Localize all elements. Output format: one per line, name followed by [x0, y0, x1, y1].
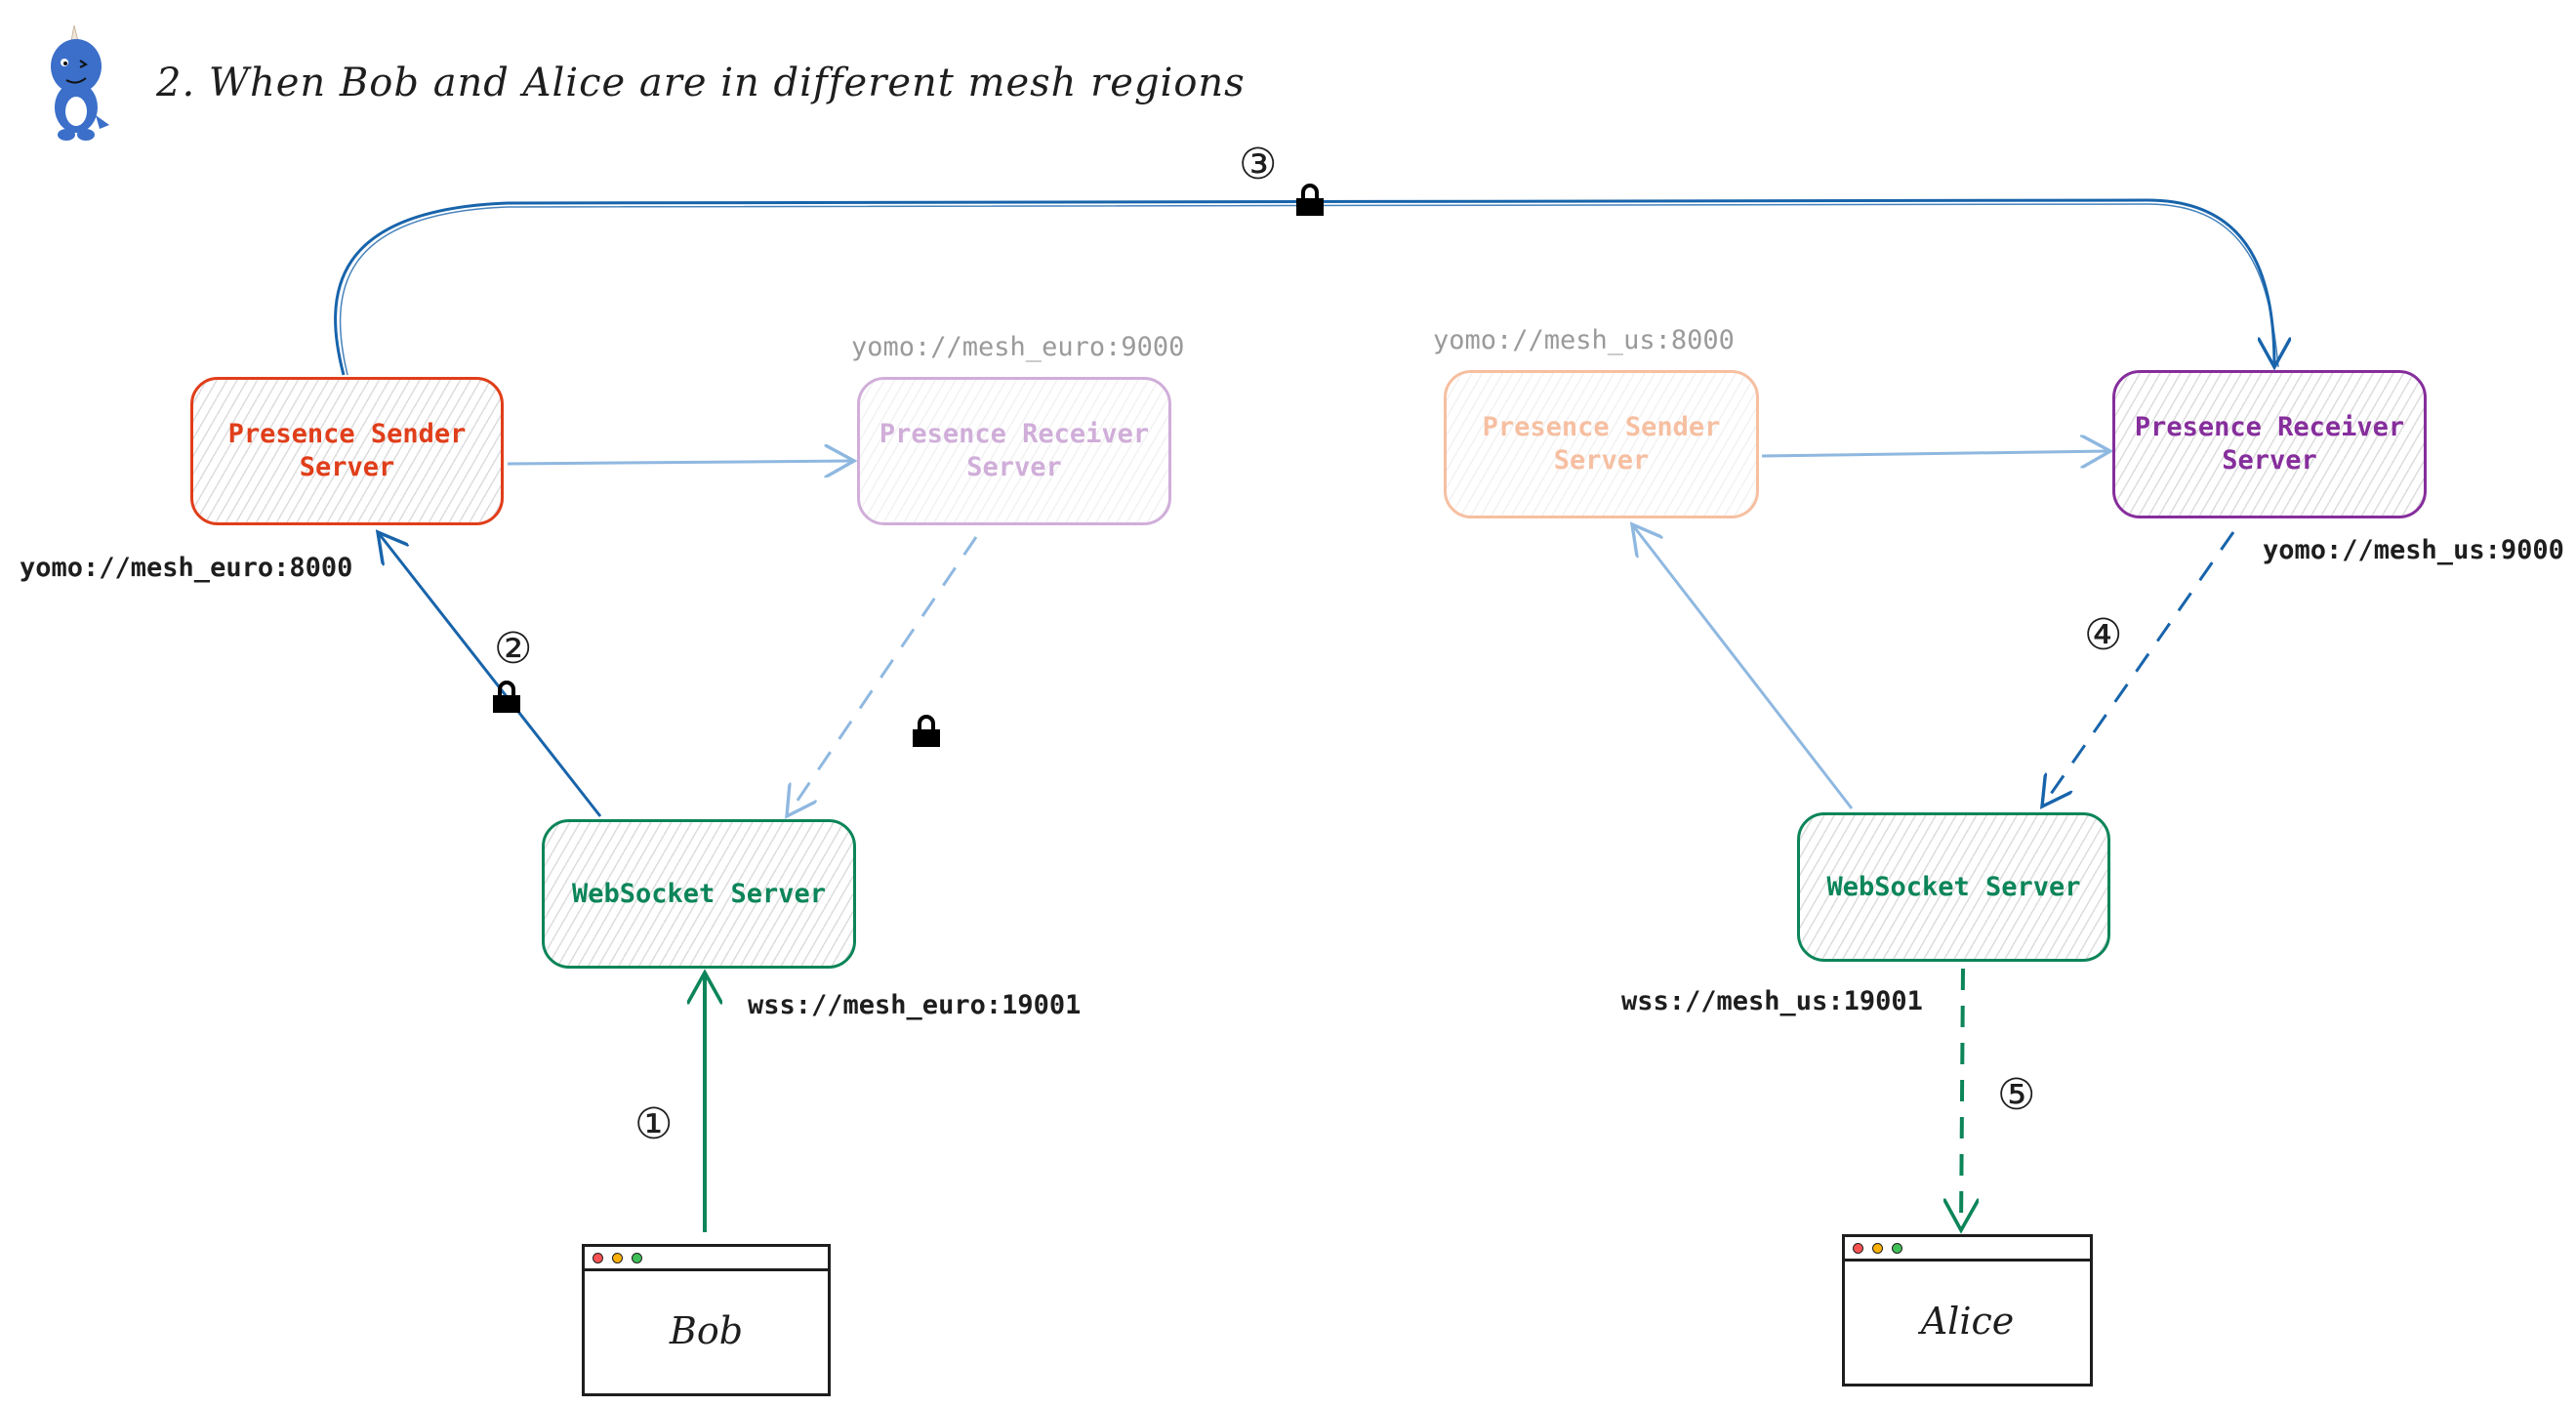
euro-sender-address: yomo://mesh_euro:8000: [20, 553, 353, 583]
link-us-sender-to-receiver: [1761, 451, 2110, 456]
maximize-dot-icon: [632, 1252, 642, 1263]
node-label: Presence Sender Server: [227, 419, 467, 482]
diagram-canvas: [334, 198, 2576, 1407]
mesh-link-euro-to-us: [334, 198, 2274, 376]
client-name: Alice: [1920, 1300, 2015, 1343]
us-receiver-address: yomo://mesh_us:9000: [2263, 535, 2564, 565]
close-dot-icon: [1853, 1242, 1863, 1254]
close-dot-icon: [593, 1252, 603, 1263]
mesh-link-euro-to-us-sketch: [339, 203, 2279, 376]
link-us-websocket-to-sender: [1632, 524, 1854, 809]
minimize-dot-icon: [612, 1252, 623, 1263]
euro-websocket-address: wss://mesh_euro:19001: [748, 990, 1082, 1020]
lock-icon: [493, 681, 520, 713]
lock-icon: [913, 715, 940, 747]
alice-browser-window[interactable]: Alice: [1842, 1234, 2093, 1386]
us-websocket-server[interactable]: WebSocket Server: [1797, 812, 2110, 962]
us-sender-address: yomo://mesh_us:8000: [1433, 325, 1735, 355]
step-5-marker: ⑤: [1997, 1070, 2036, 1120]
link-us-receiver-to-websocket: [2042, 531, 2235, 807]
minimize-dot-icon: [1872, 1242, 1883, 1254]
us-presence-receiver-server[interactable]: Presence Receiver Server: [2112, 370, 2427, 518]
euro-presence-receiver-server[interactable]: Presence Receiver Server: [857, 377, 1171, 525]
step-1-marker: ①: [634, 1099, 674, 1149]
node-label: Presence Receiver Server: [2134, 412, 2405, 476]
link-euro-receiver-to-websocket: [787, 536, 978, 816]
maximize-dot-icon: [1892, 1242, 1902, 1254]
step-4-marker: ④: [2084, 610, 2123, 660]
page-title: 2. When Bob and Alice are in different m…: [156, 61, 1246, 105]
step-2-marker: ②: [494, 624, 533, 674]
bob-browser-window[interactable]: Bob: [582, 1244, 831, 1396]
link-websocket-to-alice: [1961, 968, 1963, 1230]
us-websocket-address: wss://mesh_us:19001: [1621, 986, 1923, 1016]
us-presence-sender-server[interactable]: Presence Sender Server: [1444, 370, 1759, 518]
node-label: Presence Sender Server: [1482, 412, 1721, 476]
link-euro-sender-to-receiver: [507, 461, 854, 464]
node-label: Presence Receiver Server: [879, 419, 1150, 482]
node-label: WebSocket Server: [571, 878, 827, 909]
dinosaur-mascot-icon: [51, 24, 109, 141]
lock-icon: [1296, 184, 1324, 216]
euro-presence-sender-server[interactable]: Presence Sender Server: [190, 377, 504, 525]
node-label: WebSocket Server: [1826, 871, 2081, 902]
euro-receiver-address: yomo://mesh_euro:9000: [851, 332, 1185, 362]
euro-websocket-server[interactable]: WebSocket Server: [542, 819, 856, 969]
step-3-marker: ③: [1239, 140, 1278, 189]
link-euro-websocket-to-sender: [378, 532, 602, 817]
client-name: Bob: [669, 1309, 744, 1352]
